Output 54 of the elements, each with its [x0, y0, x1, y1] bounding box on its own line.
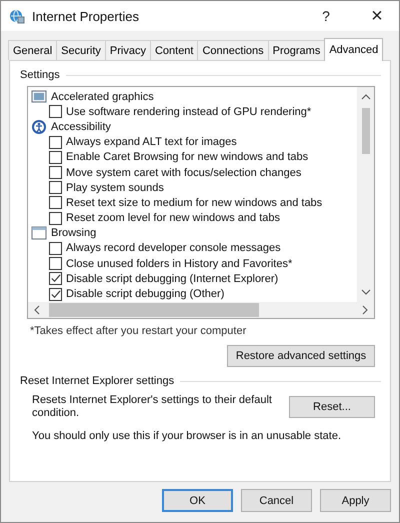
tab[interactable]: General [8, 40, 58, 60]
checkbox[interactable] [49, 288, 62, 301]
checkbox[interactable] [49, 212, 62, 225]
option-label[interactable]: Close unused folders in History and Favorites* [66, 258, 292, 270]
category-label: Accessibility [51, 120, 111, 133]
option-label[interactable]: Always record developer console messages [66, 242, 281, 254]
option-label[interactable]: Play system sounds [66, 182, 164, 194]
dialog-button[interactable]: OK [162, 489, 233, 512]
checkbox[interactable] [49, 272, 62, 286]
checkbox[interactable] [49, 150, 62, 164]
scroll-left-icon[interactable] [33, 304, 41, 316]
group-label: Reset Internet Explorer settings [20, 375, 174, 387]
option-label[interactable]: Use software rendering instead of GPU rendering* [66, 106, 312, 118]
group-label: Settings [20, 69, 60, 81]
option-label[interactable]: Reset zoom level for new windows and tabs [66, 212, 280, 224]
checkbox[interactable] [49, 105, 62, 118]
category-label: Accelerated graphics [51, 90, 154, 103]
scroll-down-icon[interactable] [360, 288, 372, 296]
close-button[interactable]: × [355, 1, 399, 31]
checkbox[interactable] [49, 242, 62, 255]
help-button[interactable]: ? [304, 1, 348, 31]
checkbox[interactable] [49, 166, 62, 180]
option-label[interactable]: Move system caret with focus/selection changes [66, 166, 302, 179]
scroll-right-icon[interactable] [361, 304, 369, 316]
dialog-button[interactable]: Cancel [241, 489, 312, 512]
window-title: Internet Properties [32, 8, 139, 24]
globe-icon [9, 8, 25, 24]
check-icon [50, 288, 61, 300]
checkbox[interactable] [49, 196, 62, 210]
category-label: Browsing [51, 227, 96, 240]
option-label[interactable]: Disable script debugging (Other) [66, 288, 224, 300]
checkbox[interactable] [49, 181, 62, 194]
horizontal-scrollbar[interactable] [28, 302, 374, 318]
option-label[interactable]: Enable Caret Browsing for new windows and tabs [66, 151, 308, 164]
monitor-icon [31, 88, 47, 105]
vertical-scrollbar[interactable] [357, 87, 374, 302]
tab[interactable]: Advanced [324, 38, 384, 61]
option-label[interactable]: Always expand ALT text for images [66, 136, 237, 148]
scroll-thumb[interactable] [362, 108, 370, 154]
footnote-text: *Takes effect after you restart your computer [30, 325, 248, 337]
note-text: You should only use this if your browser is in an unusable state. [32, 430, 342, 442]
option-label[interactable]: Disable script debugging (Internet Explorer) [66, 272, 278, 285]
restore-button[interactable]: Restore advanced settings [227, 345, 375, 367]
description-text: Resets Internet Explorer's settings to their default condition. [32, 394, 273, 420]
scroll-up-icon[interactable] [360, 93, 372, 101]
dialog-button[interactable]: Apply [320, 489, 391, 512]
checkbox[interactable] [49, 257, 62, 270]
window-icon [31, 225, 47, 242]
reset-button[interactable]: Reset... [289, 396, 375, 418]
option-label[interactable]: Reset text size to medium for new windows and tabs [66, 196, 322, 209]
checkbox[interactable] [49, 136, 62, 149]
accessibility-icon [31, 118, 47, 135]
check-icon [50, 273, 61, 284]
scroll-thumb[interactable] [49, 303, 259, 317]
